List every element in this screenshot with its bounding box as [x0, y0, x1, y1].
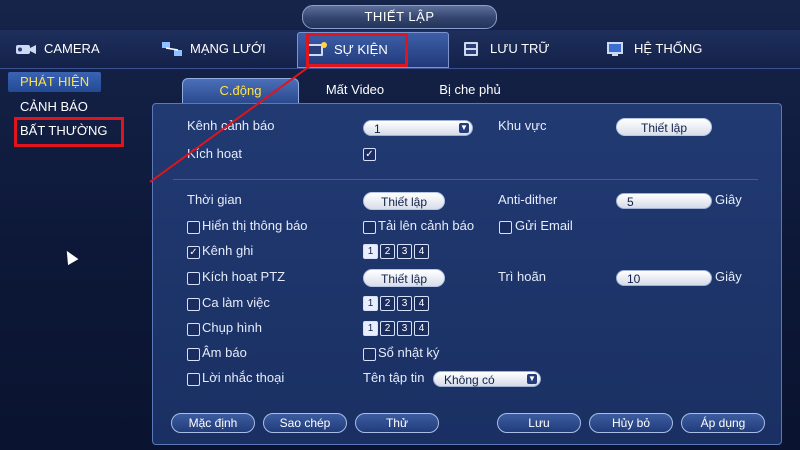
dvr-settings-screen: THIẾT LẬP CAMERA MẠNG LƯỚI SỰ KIỆN LƯU T…	[0, 0, 800, 450]
annotation-line	[149, 65, 311, 183]
annotation-connector	[149, 65, 311, 183]
